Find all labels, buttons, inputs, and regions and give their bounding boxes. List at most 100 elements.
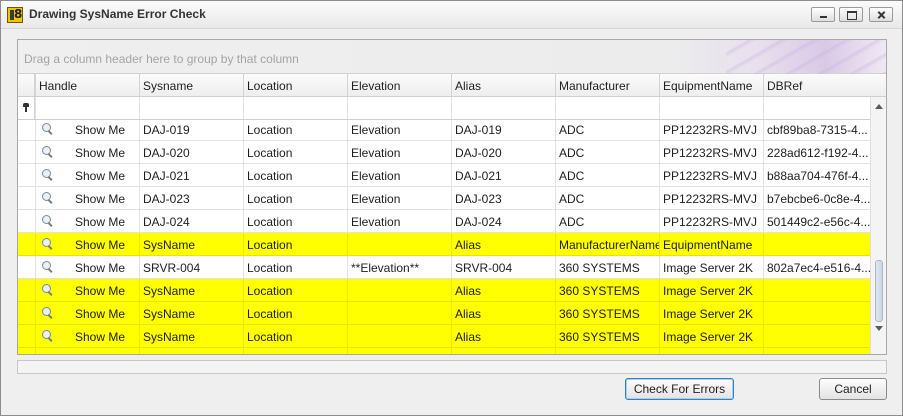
cell-location[interactable]: Location: [243, 187, 347, 209]
table-row-error[interactable]: Show Me SysName Location Alias 360 SYSTE…: [18, 325, 870, 348]
magnifier-icon[interactable]: [42, 169, 54, 181]
column-header-sysname[interactable]: Sysname: [139, 74, 243, 96]
cell-alias[interactable]: Alias: [451, 302, 555, 324]
cell-alias[interactable]: Alias: [451, 233, 555, 255]
cell-manufacturer[interactable]: 360 SYSTEMS: [555, 279, 659, 301]
table-row[interactable]: Show Me DAJ-023 Location Elevation DAJ-0…: [18, 187, 870, 210]
cell-dbref[interactable]: [763, 302, 870, 324]
cell-equipment-name[interactable]: Image Server 2K: [659, 279, 763, 301]
column-header-handle[interactable]: Handle: [35, 74, 139, 96]
table-row-error[interactable]: Show Me SysName Location Alias 360 SYSTE…: [18, 302, 870, 325]
minimize-button[interactable]: [811, 7, 835, 22]
column-header-location[interactable]: Location: [243, 74, 347, 96]
cell-sysname[interactable]: SysName: [139, 233, 243, 255]
show-me-link[interactable]: Show Me: [75, 261, 125, 275]
magnifier-icon[interactable]: [42, 238, 54, 250]
table-row[interactable]: Show Me DAJ-024 Location Elevation DAJ-0…: [18, 210, 870, 233]
table-row[interactable]: Show Me SRVR-004 Location **Elevation** …: [18, 256, 870, 279]
show-me-link[interactable]: Show Me: [75, 123, 125, 137]
cell-location[interactable]: Location: [243, 279, 347, 301]
cell-dbref[interactable]: [763, 348, 870, 354]
cell-dbref[interactable]: b7ebcbe6-0c8e-4...: [763, 187, 870, 209]
scroll-thumb[interactable]: [875, 260, 883, 322]
cell-handle[interactable]: Show Me: [35, 325, 139, 347]
cell-equipment-name[interactable]: Image Server 2K: [659, 325, 763, 347]
table-row-error[interactable]: Show Me SysName Location Alias Manufactu…: [18, 233, 870, 256]
cell-location[interactable]: Location: [243, 302, 347, 324]
filter-cell-manufacturer[interactable]: [555, 97, 659, 119]
cell-elevation[interactable]: Elevation: [347, 141, 451, 163]
cell-manufacturer[interactable]: ADC: [555, 187, 659, 209]
close-button[interactable]: [869, 7, 893, 22]
cell-handle[interactable]: Show Me: [35, 233, 139, 255]
cell-handle[interactable]: Show Me: [35, 256, 139, 278]
cell-dbref[interactable]: b88aa704-476f-4...: [763, 164, 870, 186]
cell-alias[interactable]: DAJ-024: [451, 210, 555, 232]
table-row-error[interactable]: [18, 348, 870, 354]
check-for-errors-button[interactable]: Check For Errors: [625, 378, 734, 400]
cell-dbref[interactable]: [763, 325, 870, 347]
cell-sysname[interactable]: SRVR-004: [139, 256, 243, 278]
cell-location[interactable]: Location: [243, 325, 347, 347]
column-header-dbref[interactable]: DBRef: [763, 74, 870, 96]
magnifier-icon[interactable]: [42, 330, 54, 342]
cell-dbref[interactable]: 802a7ec4-e516-4...: [763, 256, 870, 278]
column-header-elevation[interactable]: Elevation: [347, 74, 451, 96]
cell-location[interactable]: [243, 348, 347, 354]
vertical-scrollbar[interactable]: [870, 97, 886, 354]
cell-sysname[interactable]: DAJ-020: [139, 141, 243, 163]
maximize-button[interactable]: [839, 7, 863, 22]
cell-elevation[interactable]: Elevation: [347, 210, 451, 232]
cell-dbref[interactable]: [763, 233, 870, 255]
cell-dbref[interactable]: cbf89ba8-7315-4...: [763, 120, 870, 140]
cell-elevation[interactable]: [347, 348, 451, 354]
cell-manufacturer[interactable]: 360 SYSTEMS: [555, 325, 659, 347]
filter-cell-handle[interactable]: [35, 97, 139, 119]
cell-equipment-name[interactable]: PP12232RS-MVJ: [659, 141, 763, 163]
table-row[interactable]: Show Me DAJ-021 Location Elevation DAJ-0…: [18, 164, 870, 187]
cell-equipment-name[interactable]: Image Server 2K: [659, 302, 763, 324]
cell-elevation[interactable]: Elevation: [347, 187, 451, 209]
cell-handle[interactable]: Show Me: [35, 141, 139, 163]
filter-cell-sysname[interactable]: [139, 97, 243, 119]
group-by-panel[interactable]: Drag a column header here to group by th…: [18, 40, 886, 74]
show-me-link[interactable]: Show Me: [75, 284, 125, 298]
cell-manufacturer[interactable]: 360 SYSTEMS: [555, 256, 659, 278]
table-row-error[interactable]: Show Me SysName Location Alias 360 SYSTE…: [18, 279, 870, 302]
title-bar[interactable]: 8 Drawing SysName Error Check: [1, 1, 902, 29]
magnifier-icon[interactable]: [42, 146, 54, 158]
cell-manufacturer[interactable]: [555, 348, 659, 354]
cell-elevation[interactable]: Elevation: [347, 120, 451, 140]
cell-sysname[interactable]: DAJ-024: [139, 210, 243, 232]
cell-sysname[interactable]: SysName: [139, 279, 243, 301]
cell-elevation[interactable]: [347, 233, 451, 255]
cell-sysname[interactable]: [139, 348, 243, 354]
magnifier-icon[interactable]: [42, 307, 54, 319]
magnifier-icon[interactable]: [42, 123, 54, 135]
filter-cell-dbref[interactable]: [763, 97, 870, 119]
cell-sysname[interactable]: DAJ-021: [139, 164, 243, 186]
cell-manufacturer[interactable]: ADC: [555, 210, 659, 232]
cell-alias[interactable]: Alias: [451, 325, 555, 347]
cell-handle[interactable]: Show Me: [35, 187, 139, 209]
table-row[interactable]: Show Me DAJ-020 Location Elevation DAJ-0…: [18, 141, 870, 164]
cell-location[interactable]: Location: [243, 164, 347, 186]
cell-equipment-name[interactable]: Image Server 2K: [659, 256, 763, 278]
show-me-link[interactable]: Show Me: [75, 215, 125, 229]
cell-manufacturer[interactable]: ADC: [555, 120, 659, 140]
show-me-link[interactable]: Show Me: [75, 330, 125, 344]
show-me-link[interactable]: Show Me: [75, 307, 125, 321]
cell-location[interactable]: Location: [243, 256, 347, 278]
cell-handle[interactable]: Show Me: [35, 210, 139, 232]
cell-sysname[interactable]: SysName: [139, 302, 243, 324]
cell-alias[interactable]: DAJ-020: [451, 141, 555, 163]
column-header-manufacturer[interactable]: Manufacturer: [555, 74, 659, 96]
cell-dbref[interactable]: 501449c2-e56c-4...: [763, 210, 870, 232]
cell-alias[interactable]: Alias: [451, 279, 555, 301]
cell-location[interactable]: Location: [243, 210, 347, 232]
cell-handle[interactable]: Show Me: [35, 302, 139, 324]
magnifier-icon[interactable]: [42, 192, 54, 204]
filter-cell-equipment-name[interactable]: [659, 97, 763, 119]
cell-location[interactable]: Location: [243, 141, 347, 163]
magnifier-icon[interactable]: [42, 215, 54, 227]
